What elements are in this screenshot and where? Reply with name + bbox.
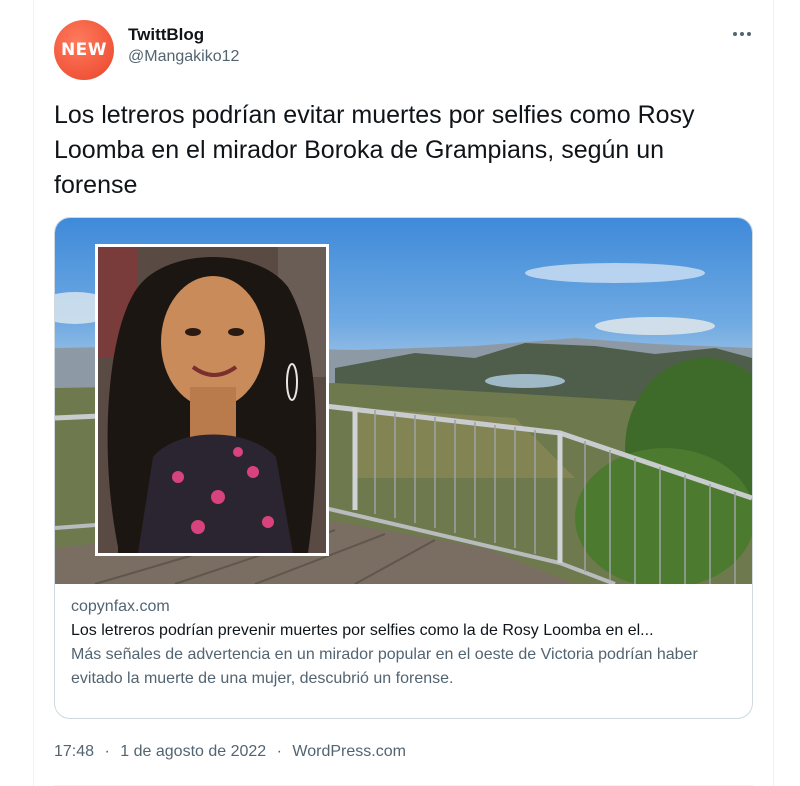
card-title[interactable]: Los letreros podrían prevenir muertes po…	[71, 619, 736, 643]
portrait-illustration	[98, 247, 326, 553]
avatar[interactable]: NEW	[54, 20, 114, 80]
card-description: Más señales de advertencia en un mirador…	[71, 646, 698, 687]
handle[interactable]: @Mangakiko12	[128, 46, 239, 68]
tweet-text: Los letreros podrían evitar muertes por …	[54, 101, 695, 199]
card-meta: copynfax.com Los letreros podrían preven…	[71, 595, 736, 691]
separator: ·	[104, 743, 110, 760]
author-names: TwittBlog @Mangakiko12	[128, 24, 239, 68]
display-name[interactable]: TwittBlog	[128, 24, 239, 46]
more-horizontal-icon[interactable]	[731, 24, 753, 48]
card-domain: copynfax.com	[71, 598, 170, 615]
tweet: NEW TwittBlog @Mangakiko12 Los letreros …	[34, 0, 773, 786]
tweet-header: NEW TwittBlog @Mangakiko12	[54, 20, 753, 80]
tweet-date[interactable]: 1 de agosto de 2022	[120, 743, 266, 760]
link-card[interactable]: copynfax.com Los letreros podrían preven…	[54, 217, 753, 719]
more-dots-svg	[733, 32, 751, 36]
right-border	[773, 0, 774, 786]
separator: ·	[276, 743, 282, 760]
tweet-time[interactable]: 17:48	[54, 743, 94, 760]
tweet-source[interactable]: WordPress.com	[292, 743, 406, 760]
tweet-footer: 17:48 · 1 de agosto de 2022 · WordPress.…	[54, 740, 406, 764]
portrait-photo	[95, 244, 329, 556]
avatar-text: NEW	[60, 40, 108, 60]
card-image[interactable]	[55, 218, 752, 584]
